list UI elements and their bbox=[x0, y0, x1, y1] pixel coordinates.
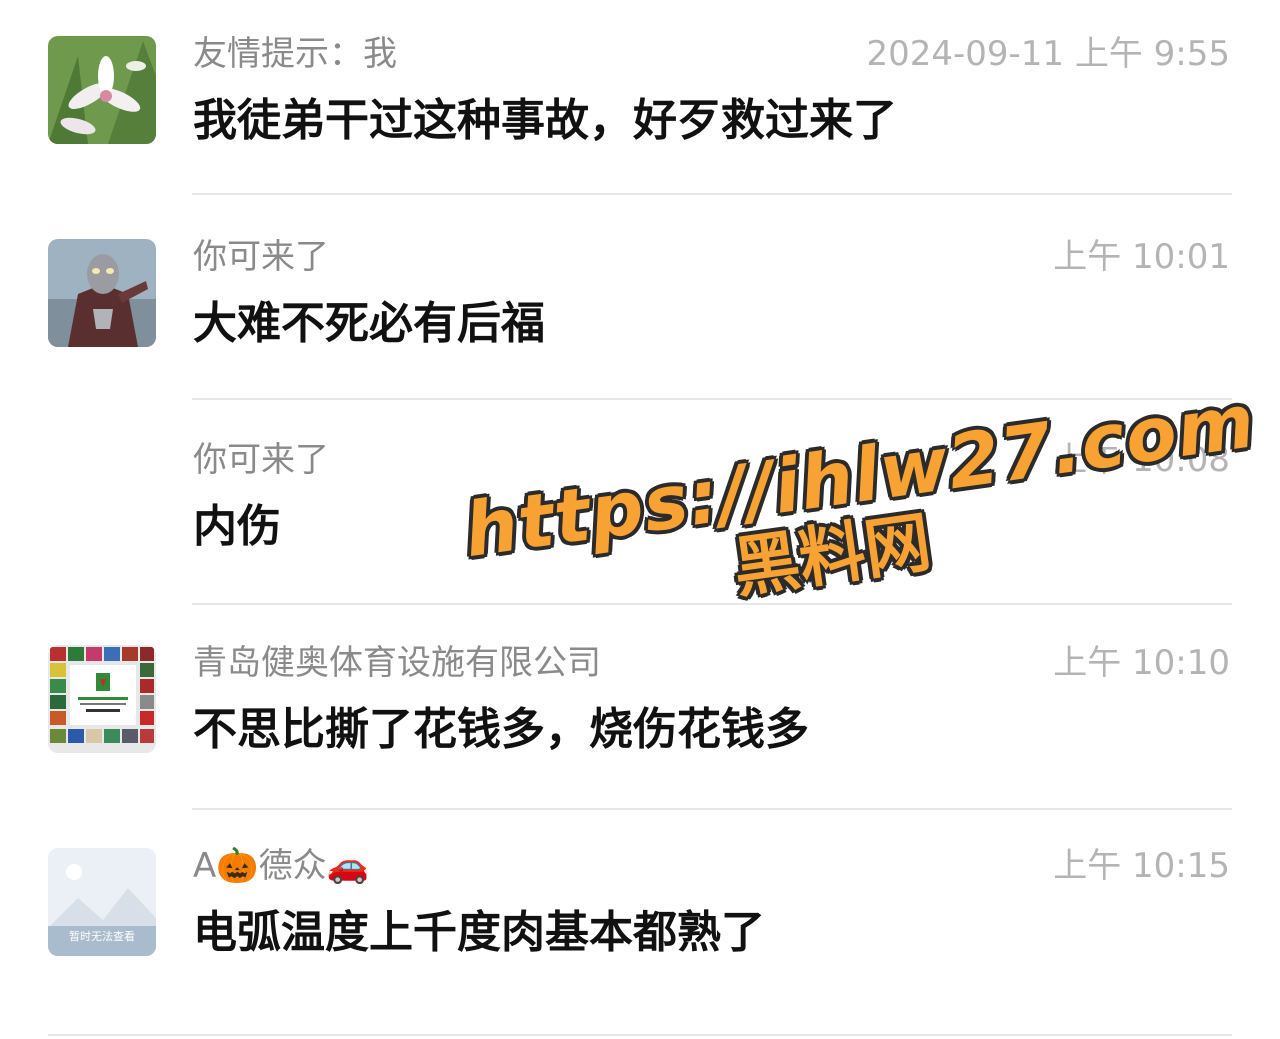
divider bbox=[192, 808, 1232, 810]
orchid-photo-avatar[interactable] bbox=[48, 36, 156, 144]
comment-row[interactable]: 青岛健奥体育设施有限公司 上午 10:10 不思比撕了花钱多，烧伤花钱多 bbox=[0, 609, 1280, 812]
comment-text: 内伤 bbox=[193, 501, 281, 552]
divider bbox=[48, 1034, 1232, 1036]
divider bbox=[192, 603, 1232, 605]
name-middle: 德众 bbox=[258, 846, 327, 886]
comment-row[interactable]: 你可来了 上午 10:08 内伤 bbox=[0, 406, 1280, 609]
comment-text: 不思比撕了花钱多，烧伤花钱多 bbox=[193, 704, 809, 755]
commenter-name[interactable]: 你可来了 bbox=[193, 235, 329, 279]
pumpkin-icon: 🎃 bbox=[216, 846, 259, 886]
comment-time: 上午 10:10 bbox=[1053, 643, 1230, 683]
comment-row[interactable]: 你可来了 上午 10:01 大难不死必有后福 bbox=[0, 203, 1280, 406]
commenter-name[interactable]: A🎃德众🚗 bbox=[193, 844, 369, 888]
color-grid-avatar[interactable] bbox=[48, 645, 156, 753]
comment-time: 上午 10:08 bbox=[1053, 440, 1230, 480]
avatar-caption: 暂时无法查看 bbox=[69, 930, 135, 943]
comment-text: 我徒弟干过这种事故，好歹救过来了 bbox=[193, 95, 897, 146]
comment-text: 大难不死必有后福 bbox=[193, 298, 545, 349]
commenter-name[interactable]: 你可来了 bbox=[193, 438, 329, 482]
hero-figure-avatar[interactable] bbox=[48, 239, 156, 347]
name-prefix: A bbox=[193, 846, 217, 886]
comment-row[interactable]: 友情提示：我 2024-09-11 上午 9:55 我徒弟干过这种事故，好歹救过… bbox=[0, 0, 1280, 203]
commenter-name[interactable]: 友情提示：我 bbox=[193, 32, 397, 76]
comment-row[interactable]: 暂时无法查看 A🎃德众🚗 上午 10:15 电弧温度上千度肉基本都熟了 bbox=[0, 812, 1280, 1015]
commenter-name[interactable]: 青岛健奥体育设施有限公司 bbox=[193, 641, 601, 685]
comment-time: 上午 10:15 bbox=[1053, 846, 1230, 886]
divider bbox=[192, 193, 1232, 195]
comment-time: 上午 10:01 bbox=[1053, 237, 1230, 277]
car-icon: 🚗 bbox=[326, 846, 369, 886]
comment-text: 电弧温度上千度肉基本都熟了 bbox=[193, 907, 765, 958]
placeholder-avatar[interactable]: 暂时无法查看 bbox=[48, 848, 156, 956]
divider bbox=[192, 398, 1232, 400]
comment-time: 2024-09-11 上午 9:55 bbox=[866, 34, 1230, 74]
